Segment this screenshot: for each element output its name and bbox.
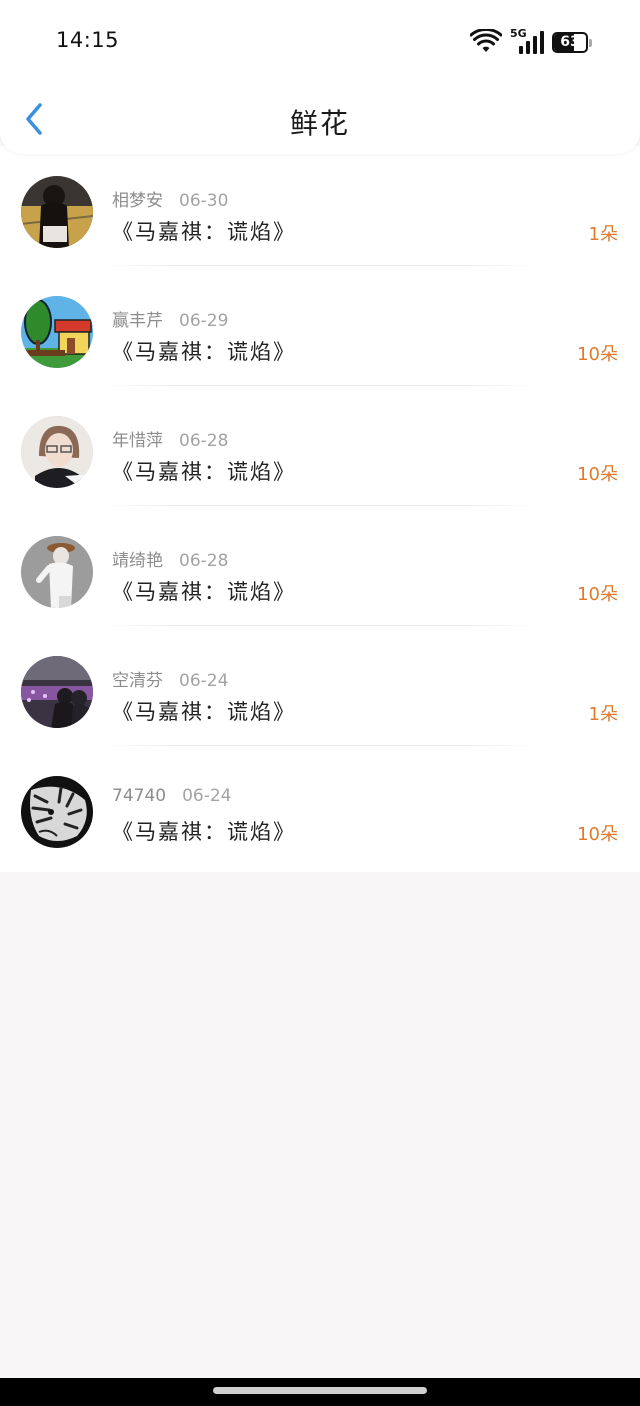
avatar[interactable] bbox=[21, 536, 93, 608]
gesture-bar bbox=[0, 1378, 640, 1406]
battery-icon: 63 bbox=[552, 31, 592, 53]
sender-name: 靖绮艳 bbox=[112, 551, 163, 571]
book-title: 《马嘉祺：谎焰》 bbox=[112, 820, 296, 844]
record-date: 06-28 bbox=[179, 431, 229, 451]
list-item[interactable]: 靖绮艳 06-28 《马嘉祺：谎焰》 10朵 bbox=[0, 506, 640, 626]
record-date: 06-24 bbox=[182, 786, 232, 806]
avatar[interactable] bbox=[21, 416, 93, 488]
record-date: 06-29 bbox=[179, 311, 229, 331]
status-icons: 5G 63 bbox=[470, 27, 592, 55]
sender-name: 空清芬 bbox=[112, 671, 163, 691]
avatar[interactable] bbox=[21, 776, 93, 848]
flower-count: 10朵 bbox=[577, 344, 618, 365]
record-date: 06-30 bbox=[179, 191, 229, 211]
list-item[interactable]: 年惜萍 06-28 《马嘉祺：谎焰》 10朵 bbox=[0, 386, 640, 506]
record-meta: 74740 06-24 bbox=[112, 786, 232, 806]
record-meta: 年惜萍 06-28 bbox=[112, 426, 228, 451]
list-item[interactable]: 相梦安 06-30 《马嘉祺：谎焰》 1朵 bbox=[0, 146, 640, 266]
sender-name: 赢丰芹 bbox=[112, 311, 163, 331]
list-item[interactable]: 空清芬 06-24 《马嘉祺：谎焰》 1朵 bbox=[0, 626, 640, 746]
avatar[interactable] bbox=[21, 176, 93, 248]
sender-name: 相梦安 bbox=[112, 191, 163, 211]
page-title: 鲜花 bbox=[289, 107, 350, 140]
home-indicator[interactable] bbox=[213, 1387, 427, 1394]
sender-name: 年惜萍 bbox=[112, 431, 163, 451]
book-title: 《马嘉祺：谎焰》 bbox=[112, 340, 296, 364]
cellular-signal-icon: 5G bbox=[510, 27, 544, 55]
flower-count: 1朵 bbox=[588, 704, 618, 725]
flower-records-screen: 14:15 5G 63 鲜花 相梦安 06-30 《马嘉祺：谎焰》 1朵 赢丰芹… bbox=[0, 0, 640, 1406]
flower-count: 10朵 bbox=[577, 824, 618, 845]
book-title: 《马嘉祺：谎焰》 bbox=[112, 580, 296, 604]
flower-record-list: 相梦安 06-30 《马嘉祺：谎焰》 1朵 赢丰芹 06-29 《马嘉祺：谎焰》… bbox=[0, 146, 640, 872]
record-meta: 靖绮艳 06-28 bbox=[112, 546, 228, 571]
book-title: 《马嘉祺：谎焰》 bbox=[112, 460, 296, 484]
header: 14:15 5G 63 鲜花 bbox=[0, 0, 640, 154]
flower-count: 10朵 bbox=[577, 584, 618, 605]
list-item[interactable]: 74740 06-24 《马嘉祺：谎焰》 10朵 bbox=[0, 746, 640, 866]
list-item[interactable]: 赢丰芹 06-29 《马嘉祺：谎焰》 10朵 bbox=[0, 266, 640, 386]
status-time: 14:15 bbox=[56, 28, 120, 52]
avatar[interactable] bbox=[21, 296, 93, 368]
avatar[interactable] bbox=[21, 656, 93, 728]
flower-count: 10朵 bbox=[577, 464, 618, 485]
battery-percent: 63 bbox=[560, 33, 580, 50]
book-title: 《马嘉祺：谎焰》 bbox=[112, 220, 296, 244]
wifi-icon bbox=[470, 29, 502, 52]
record-date: 06-28 bbox=[179, 551, 229, 571]
record-meta: 赢丰芹 06-29 bbox=[112, 306, 228, 331]
record-date: 06-24 bbox=[179, 671, 229, 691]
record-meta: 相梦安 06-30 bbox=[112, 186, 228, 211]
flower-count: 1朵 bbox=[588, 224, 618, 245]
book-title: 《马嘉祺：谎焰》 bbox=[112, 700, 296, 724]
sender-name: 74740 bbox=[112, 786, 167, 806]
record-meta: 空清芬 06-24 bbox=[112, 666, 228, 691]
